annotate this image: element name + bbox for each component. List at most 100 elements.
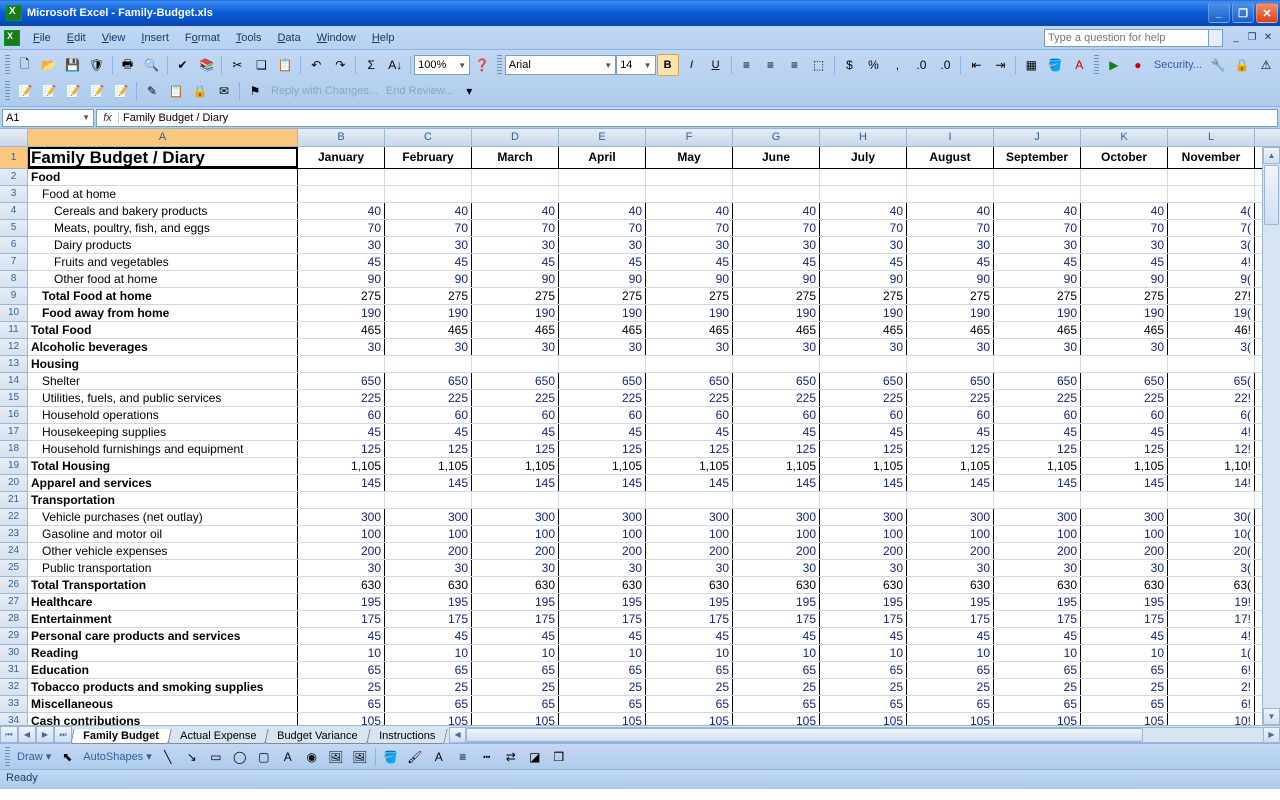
cell-B12[interactable]: 30: [298, 339, 385, 355]
oval-button[interactable]: ◯: [229, 746, 251, 768]
cell-B15[interactable]: 225: [298, 390, 385, 406]
menu-edit[interactable]: Edit: [59, 29, 94, 47]
cell-K7[interactable]: 45: [1081, 254, 1168, 270]
menu-format[interactable]: Format: [177, 29, 228, 47]
cell-J24[interactable]: 200: [994, 543, 1081, 559]
cell-H22[interactable]: 300: [820, 509, 907, 525]
cell-D34[interactable]: 105: [472, 713, 559, 725]
cell-J15[interactable]: 225: [994, 390, 1081, 406]
cell-I34[interactable]: 105: [907, 713, 994, 725]
cell-A12[interactable]: Alcoholic beverages: [28, 339, 298, 355]
cell-B32[interactable]: 25: [298, 679, 385, 695]
cell-G34[interactable]: 105: [733, 713, 820, 725]
cell-H8[interactable]: 90: [820, 271, 907, 287]
cell-E19[interactable]: 1,105: [559, 458, 646, 474]
cell-H31[interactable]: 65: [820, 662, 907, 678]
cell-L33[interactable]: 6!: [1168, 696, 1255, 712]
merge-button[interactable]: ⬚: [808, 54, 830, 76]
cell-C11[interactable]: 465: [385, 322, 472, 338]
menu-view[interactable]: View: [94, 29, 134, 47]
row-header-24[interactable]: 24: [0, 543, 28, 560]
cell-F18[interactable]: 125: [646, 441, 733, 457]
cell-L24[interactable]: 20(: [1168, 543, 1255, 559]
row-header-15[interactable]: 15: [0, 390, 28, 407]
column-header-L[interactable]: L: [1168, 129, 1255, 146]
select-objects-button[interactable]: ⬉: [56, 746, 78, 768]
cell-L34[interactable]: 10!: [1168, 713, 1255, 725]
toolbar-grip[interactable]: [1094, 55, 1099, 75]
cell-I2[interactable]: [907, 169, 994, 185]
cell-K15[interactable]: 225: [1081, 390, 1168, 406]
cell-D25[interactable]: 30: [472, 560, 559, 576]
play-button[interactable]: ▶: [1103, 54, 1125, 76]
cell-K30[interactable]: 10: [1081, 645, 1168, 661]
cell-C19[interactable]: 1,105: [385, 458, 472, 474]
cell-C14[interactable]: 650: [385, 373, 472, 389]
cell-C9[interactable]: 275: [385, 288, 472, 304]
comma-button[interactable]: ,: [886, 54, 908, 76]
row-header-10[interactable]: 10: [0, 305, 28, 322]
cell-G2[interactable]: [733, 169, 820, 185]
row-header-22[interactable]: 22: [0, 509, 28, 526]
cell-H20[interactable]: 145: [820, 475, 907, 491]
cell-B14[interactable]: 650: [298, 373, 385, 389]
horizontal-scrollbar[interactable]: ◀ ▶: [449, 726, 1280, 743]
cell-I28[interactable]: 175: [907, 611, 994, 627]
increase-indent-button[interactable]: ⇥: [989, 54, 1011, 76]
cell-K22[interactable]: 300: [1081, 509, 1168, 525]
cell-C16[interactable]: 60: [385, 407, 472, 423]
cell-G27[interactable]: 195: [733, 594, 820, 610]
review-btn-2[interactable]: 📝: [38, 80, 60, 102]
cell-D6[interactable]: 30: [472, 237, 559, 253]
textbox-button[interactable]: ▢: [253, 746, 275, 768]
cell-G8[interactable]: 90: [733, 271, 820, 287]
cell-A11[interactable]: Total Food: [28, 322, 298, 338]
cell-L27[interactable]: 19!: [1168, 594, 1255, 610]
cell-B26[interactable]: 630: [298, 577, 385, 593]
cell-C34[interactable]: 105: [385, 713, 472, 725]
diagram-button[interactable]: ◉: [301, 746, 323, 768]
row-header-20[interactable]: 20: [0, 475, 28, 492]
cell-C20[interactable]: 145: [385, 475, 472, 491]
preview-button[interactable]: 🔍: [141, 54, 163, 76]
cell-G1[interactable]: June: [733, 147, 820, 168]
cell-H26[interactable]: 630: [820, 577, 907, 593]
cell-B21[interactable]: [298, 492, 385, 508]
cell-L23[interactable]: 10(: [1168, 526, 1255, 542]
menu-help[interactable]: Help: [364, 29, 403, 47]
review-btn-8[interactable]: 🔒: [189, 80, 211, 102]
cell-I12[interactable]: 30: [907, 339, 994, 355]
cell-D7[interactable]: 45: [472, 254, 559, 270]
cell-B27[interactable]: 195: [298, 594, 385, 610]
font-size-combo[interactable]: 14▼: [616, 55, 655, 75]
line-button[interactable]: ╲: [157, 746, 179, 768]
cell-J34[interactable]: 105: [994, 713, 1081, 725]
cell-A16[interactable]: Household operations: [28, 407, 298, 423]
cell-D10[interactable]: 190: [472, 305, 559, 321]
save-button[interactable]: 💾: [62, 54, 84, 76]
row-header-3[interactable]: 3: [0, 186, 28, 203]
cell-D22[interactable]: 300: [472, 509, 559, 525]
cell-K31[interactable]: 65: [1081, 662, 1168, 678]
cell-H21[interactable]: [820, 492, 907, 508]
cell-B30[interactable]: 10: [298, 645, 385, 661]
cell-H33[interactable]: 65: [820, 696, 907, 712]
row-header-14[interactable]: 14: [0, 373, 28, 390]
cell-E25[interactable]: 30: [559, 560, 646, 576]
cell-C17[interactable]: 45: [385, 424, 472, 440]
scroll-left-button[interactable]: ◀: [449, 727, 466, 743]
cell-G31[interactable]: 65: [733, 662, 820, 678]
scroll-down-button[interactable]: ▼: [1263, 708, 1280, 725]
cell-C18[interactable]: 125: [385, 441, 472, 457]
cell-E1[interactable]: April: [559, 147, 646, 168]
cell-C25[interactable]: 30: [385, 560, 472, 576]
research-button[interactable]: 📚: [195, 54, 217, 76]
cell-J14[interactable]: 650: [994, 373, 1081, 389]
cell-A19[interactable]: Total Housing: [28, 458, 298, 474]
cell-C7[interactable]: 45: [385, 254, 472, 270]
cell-H15[interactable]: 225: [820, 390, 907, 406]
cell-K14[interactable]: 650: [1081, 373, 1168, 389]
cell-H5[interactable]: 70: [820, 220, 907, 236]
cell-A33[interactable]: Miscellaneous: [28, 696, 298, 712]
cell-A29[interactable]: Personal care products and services: [28, 628, 298, 644]
